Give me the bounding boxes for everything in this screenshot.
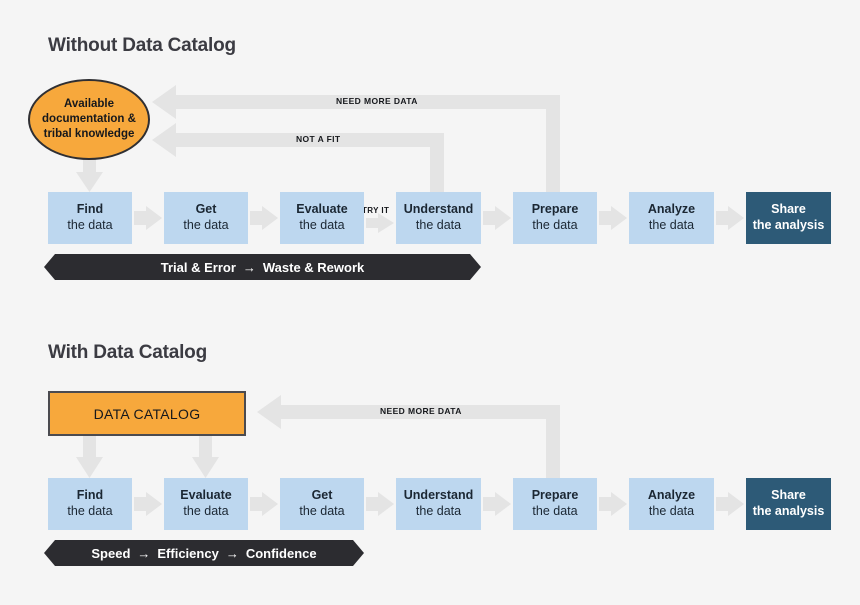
- step-understand-2[interactable]: Understand the data: [396, 478, 481, 530]
- step-label-secondary: the data: [415, 504, 462, 518]
- step-evaluate-2[interactable]: Evaluate the data: [164, 478, 248, 530]
- label-need-more-data-1: NEED MORE DATA: [336, 96, 418, 106]
- step-label-primary: Get: [311, 488, 333, 503]
- arrow-source-to-find-1: [76, 158, 103, 192]
- step-get-2[interactable]: Get the data: [280, 478, 364, 530]
- banner-text-part1: Trial & Error: [160, 259, 236, 275]
- step-label-primary: Analyze: [647, 202, 696, 217]
- label-not-a-fit: NOT A FIT: [296, 134, 341, 144]
- arrow-find-to-evaluate-2: [134, 492, 162, 516]
- arrow-prepare-to-analyze: [599, 206, 627, 230]
- banner-arrow-icon-2: →: [225, 545, 239, 561]
- step-understand-1[interactable]: Understand the data: [396, 192, 481, 244]
- step-get-1[interactable]: Get the data: [164, 192, 248, 244]
- section-title-without: Without Data Catalog: [48, 35, 236, 56]
- step-analyze-1[interactable]: Analyze the data: [629, 192, 714, 244]
- step-label-secondary: the data: [183, 504, 229, 518]
- step-label-secondary: the data: [648, 218, 695, 232]
- step-label-secondary: the analysis: [752, 504, 825, 518]
- arrow-get-to-understand-2: [366, 492, 394, 516]
- arrow-understand-to-prepare: [483, 206, 511, 230]
- label-need-more-data-2: NEED MORE DATA: [380, 406, 462, 416]
- step-label-primary: Evaluate: [296, 202, 348, 217]
- step-label-secondary: the data: [532, 504, 578, 518]
- arrow-evaluate-to-get-2: [250, 492, 278, 516]
- step-analyze-2[interactable]: Analyze the data: [629, 478, 714, 530]
- step-label-secondary: the data: [67, 218, 113, 232]
- outcome-banner-without: Trial & Error → Waste & Rework: [44, 254, 481, 280]
- source-node-tribal-knowledge: Available documentation & tribal knowled…: [28, 79, 150, 160]
- step-label-primary: Understand: [403, 488, 474, 503]
- banner-arrow-icon-1: →: [137, 545, 151, 561]
- arrow-catalog-to-find: [76, 436, 103, 478]
- banner-text-part2: Waste & Rework: [262, 259, 365, 275]
- step-share-1[interactable]: Share the analysis: [746, 192, 831, 244]
- banner-text-part2: Efficiency: [157, 545, 219, 561]
- step-label-secondary: the data: [648, 504, 695, 518]
- step-label-secondary: the data: [299, 504, 345, 518]
- arrow-analyze-to-share-2: [716, 492, 744, 516]
- step-label-secondary: the data: [299, 218, 345, 232]
- step-label-primary: Find: [76, 202, 104, 217]
- banner-arrow-icon: →: [242, 259, 256, 275]
- arrow-analyze-to-share: [716, 206, 744, 230]
- arrow-understand-to-prepare-2: [483, 492, 511, 516]
- step-share-2[interactable]: Share the analysis: [746, 478, 831, 530]
- arrow-catalog-to-evaluate: [192, 436, 219, 478]
- step-label-secondary: the data: [415, 218, 462, 232]
- step-label-primary: Find: [76, 488, 104, 503]
- step-label-secondary: the analysis: [752, 218, 825, 232]
- banner-text-part1: Speed: [91, 545, 131, 561]
- arrow-get-to-evaluate: [250, 206, 278, 230]
- arrow-evaluate-to-understand: [366, 213, 394, 233]
- step-prepare-1[interactable]: Prepare the data: [513, 192, 597, 244]
- outcome-banner-with: Speed → Efficiency → Confidence: [44, 540, 364, 566]
- arrow-prepare-to-analyze-2: [599, 492, 627, 516]
- section-title-with: With Data Catalog: [48, 342, 207, 363]
- step-prepare-2[interactable]: Prepare the data: [513, 478, 597, 530]
- step-find-2[interactable]: Find the data: [48, 478, 132, 530]
- banner-text-part3: Confidence: [245, 545, 317, 561]
- step-label-primary: Get: [195, 202, 217, 217]
- step-find-1[interactable]: Find the data: [48, 192, 132, 244]
- label-try-it: TRY IT: [362, 206, 390, 215]
- arrow-find-to-get: [134, 206, 162, 230]
- step-label-primary: Prepare: [531, 488, 579, 503]
- diagram-canvas: Without Data Catalog Available documenta…: [0, 0, 860, 605]
- step-label-primary: Share: [771, 488, 806, 503]
- step-label-secondary: the data: [67, 504, 113, 518]
- step-label-primary: Analyze: [647, 488, 696, 503]
- step-label-secondary: the data: [183, 218, 229, 232]
- step-label-primary: Share: [771, 202, 806, 217]
- source-node-data-catalog: DATA CATALOG: [48, 391, 246, 436]
- step-label-primary: Prepare: [531, 202, 579, 217]
- step-label-primary: Understand: [403, 202, 474, 217]
- step-evaluate-1[interactable]: Evaluate the data: [280, 192, 364, 244]
- step-label-primary: Evaluate: [180, 488, 232, 503]
- step-label-secondary: the data: [532, 218, 578, 232]
